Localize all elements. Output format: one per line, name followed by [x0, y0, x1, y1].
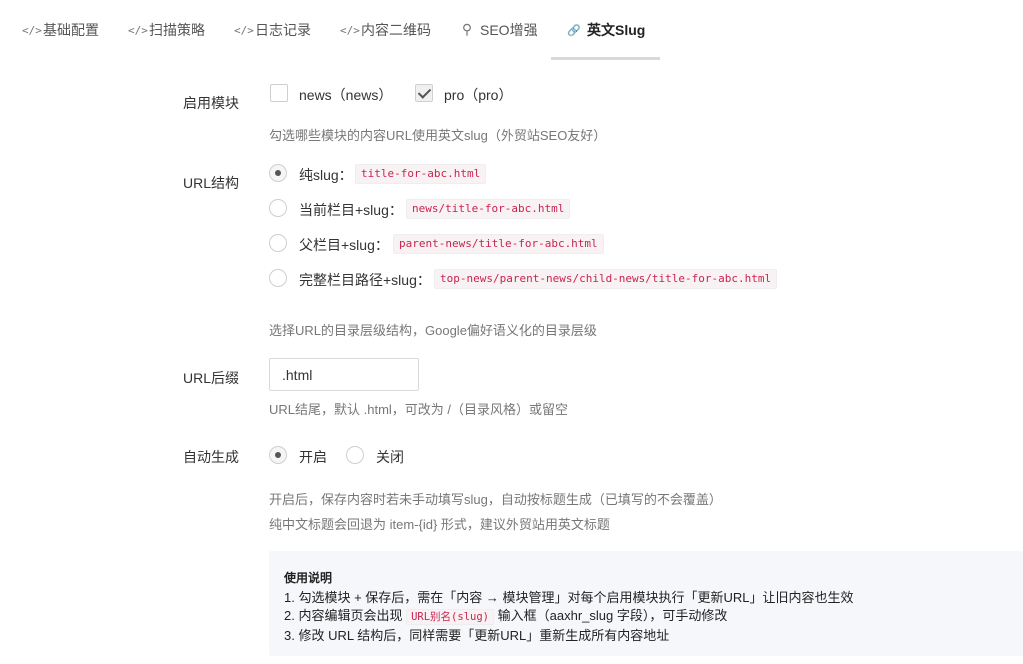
- url-structure-full-path-radio[interactable]: [269, 269, 287, 287]
- auto-generate-label: 自动生成: [183, 449, 239, 465]
- url-example-code: news/title-for-abc.html: [406, 199, 571, 219]
- instructions-line-3: 3. 修改 URL 结构后，同样需要「更新URL」重新生成所有内容地址: [284, 628, 670, 643]
- modules-help-text: 勾选哪些模块的内容URL使用英文slug（外贸站SEO友好）: [269, 128, 607, 143]
- tab-label: 基础配置: [43, 22, 99, 38]
- code-icon: </>: [22, 23, 42, 37]
- url-example-code: parent-news/title-for-abc.html: [393, 234, 604, 254]
- auto-generate-on-label: 开启: [299, 449, 327, 465]
- url-suffix-label: URL后缀: [183, 370, 240, 386]
- tab-content-qrcode[interactable]: </> 内容二维码: [340, 0, 431, 60]
- auto-generate-on-radio[interactable]: [269, 446, 287, 464]
- tab-english-slug[interactable]: 🔗 英文Slug: [566, 0, 645, 60]
- url-suffix-input[interactable]: [269, 358, 419, 391]
- active-tab-indicator: [551, 57, 660, 60]
- link-icon: 🔗: [567, 23, 581, 37]
- tab-label: 英文Slug: [587, 22, 646, 38]
- url-structure-pure-slug-radio[interactable]: [269, 164, 287, 182]
- instructions-line-2-suffix: 输入框（aaxhr_slug 字段），可手动修改: [497, 608, 728, 623]
- code-icon: </>: [234, 23, 254, 37]
- url-structure-parent-category-label: 父栏目+slug：: [299, 237, 389, 253]
- tab-basic-config[interactable]: </> 基础配置: [22, 0, 99, 60]
- slug-field-code: URL别名(slug): [406, 609, 494, 625]
- url-structure-parent-category-radio[interactable]: [269, 234, 287, 252]
- url-structure-current-category-radio[interactable]: [269, 199, 287, 217]
- module-news-checkbox[interactable]: [270, 84, 288, 102]
- auto-generate-help-text-2: 纯中文标题会回退为 item-{id} 形式，建议外贸站用英文标题: [269, 517, 610, 532]
- url-example-code: title-for-abc.html: [355, 164, 487, 184]
- search-icon: ⚲: [461, 22, 473, 38]
- code-icon: </>: [340, 23, 360, 37]
- tab-scan-strategy[interactable]: </> 扫描策略: [128, 0, 205, 60]
- url-example-code: top-news/parent-news/child-news/title-fo…: [434, 269, 778, 289]
- url-structure-help-text: 选择URL的目录层级结构，Google偏好语义化的目录层级: [269, 323, 597, 338]
- url-structure-label: URL结构: [183, 175, 240, 191]
- modules-label: 启用模块: [183, 95, 239, 111]
- url-structure-full-path-label: 完整栏目路径+slug：: [299, 272, 431, 288]
- auto-generate-off-label: 关闭: [376, 449, 404, 465]
- instructions-title: 使用说明: [284, 571, 333, 585]
- url-suffix-help-text: URL结尾，默认 .html，可改为 /（目录风格）或留空: [269, 402, 569, 417]
- tab-label: 扫描策略: [149, 22, 205, 38]
- instructions-line-2: 2. 内容编辑页会出现 URL别名(slug) 输入框（aaxhr_slug 字…: [284, 605, 728, 625]
- tab-label: SEO增强: [480, 22, 538, 38]
- module-pro-label: pro（pro）: [444, 87, 513, 103]
- url-structure-current-category-label: 当前栏目+slug：: [299, 202, 403, 218]
- auto-generate-off-radio[interactable]: [346, 446, 364, 464]
- tab-label: 日志记录: [255, 22, 311, 38]
- tab-bar: </> 基础配置 </> 扫描策略 </> 日志记录 </> 内容二维码 ⚲ S…: [0, 0, 1023, 62]
- instructions-line-2-prefix: 2. 内容编辑页会出现: [284, 608, 403, 623]
- module-pro-checkbox[interactable]: [415, 84, 433, 102]
- auto-generate-help-text-1: 开启后，保存内容时若未手动填写slug，自动按标题生成（已填写的不会覆盖）: [269, 492, 722, 507]
- module-news-label: news（news）: [299, 87, 393, 103]
- tab-seo-enhance[interactable]: ⚲ SEO增强: [459, 0, 538, 60]
- code-icon: </>: [128, 23, 148, 37]
- tab-log-records[interactable]: </> 日志记录: [234, 0, 311, 60]
- tab-label: 内容二维码: [361, 22, 431, 38]
- url-structure-pure-slug-label: 纯slug：: [299, 167, 353, 183]
- instructions-line-1: 1. 勾选模块 + 保存后，需在「内容 → 模块管理」对每个启用模块执行「更新U…: [284, 590, 854, 605]
